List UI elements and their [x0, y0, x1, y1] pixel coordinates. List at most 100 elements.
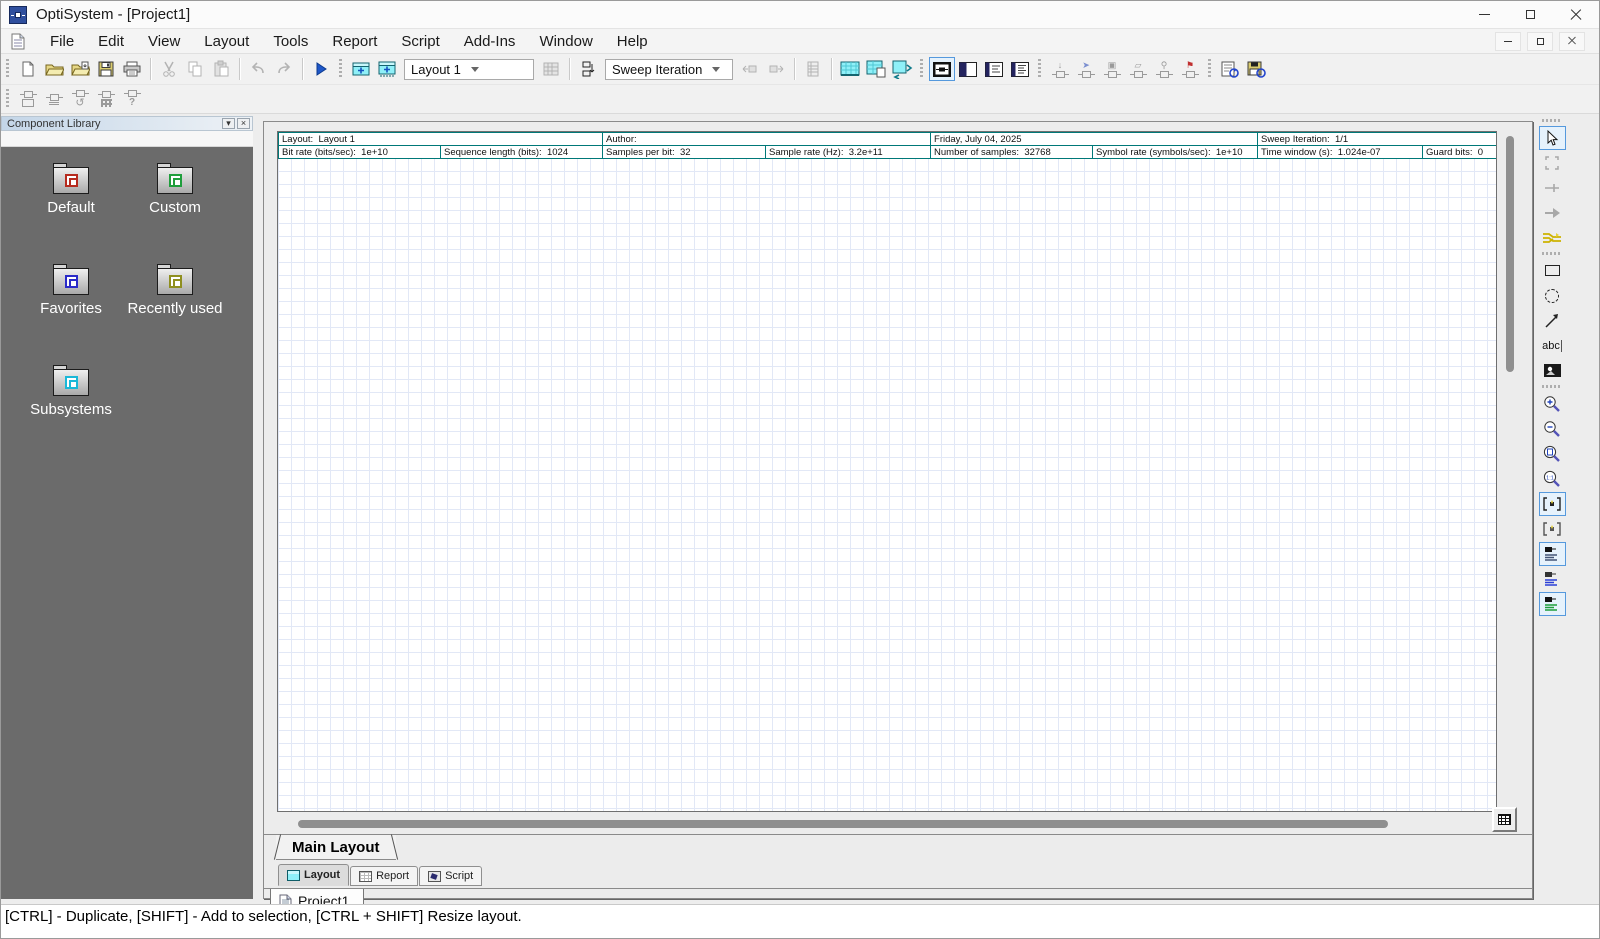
auto-connect-paths-button[interactable]: [1539, 226, 1566, 250]
draw-rectangle-tool[interactable]: [1539, 259, 1566, 283]
print-button[interactable]: [119, 57, 145, 81]
browse-component-button[interactable]: ▱: [1125, 57, 1151, 81]
component-view-mode-button[interactable]: [929, 57, 955, 81]
zoom-in-button[interactable]: [1539, 392, 1566, 416]
split-view-mode-button[interactable]: [955, 57, 981, 81]
layout-canvas[interactable]: Layout: Layout 1 Author: Friday, July 04…: [277, 131, 1497, 812]
library-folder-recently-used[interactable]: Recently used: [123, 262, 227, 318]
next-sweep-button[interactable]: [763, 57, 789, 81]
horizontal-scrollbar-thumb[interactable]: [298, 820, 1388, 828]
key-component-button[interactable]: ⚲: [1151, 57, 1177, 81]
open-project-button[interactable]: [41, 57, 67, 81]
vertical-scrollbar-thumb[interactable]: [1506, 136, 1514, 372]
cut-button[interactable]: [156, 57, 182, 81]
toolbar-drag-handle[interactable]: [1038, 59, 1041, 79]
child-minimize-button[interactable]: [1495, 32, 1521, 51]
select-tool-button[interactable]: [1539, 126, 1566, 150]
details-view-mode-button[interactable]: [1007, 57, 1033, 81]
sweep-mode-button[interactable]: [575, 57, 601, 81]
birds-eye-view-button[interactable]: [1492, 807, 1517, 832]
sweep-selector[interactable]: Sweep Iteration: [605, 59, 733, 80]
draw-ellipse-tool[interactable]: [1539, 284, 1566, 308]
menu-report[interactable]: Report: [320, 31, 389, 52]
toolbar-drag-handle[interactable]: [1208, 59, 1211, 79]
copy-button[interactable]: [182, 57, 208, 81]
tab-report[interactable]: Report: [350, 866, 418, 886]
menu-help[interactable]: Help: [605, 31, 660, 52]
insert-image-tool[interactable]: [1539, 359, 1566, 383]
component-grid-button[interactable]: [93, 87, 119, 111]
new-layout-button[interactable]: [348, 57, 374, 81]
import-project-button[interactable]: [67, 57, 93, 81]
report-view-button[interactable]: [863, 57, 889, 81]
component-refresh-button[interactable]: ↺: [67, 87, 93, 111]
menu-window[interactable]: Window: [527, 31, 604, 52]
flag-component-button[interactable]: ⚑: [1177, 57, 1203, 81]
download-component-button[interactable]: ↓: [1047, 57, 1073, 81]
menu-file[interactable]: File: [38, 31, 86, 52]
restore-button[interactable]: [1507, 1, 1553, 28]
library-folder-default[interactable]: Default: [19, 161, 123, 217]
panel-minimize-button[interactable]: ▾: [222, 118, 235, 129]
previous-sweep-button[interactable]: [737, 57, 763, 81]
new-project-button[interactable]: [15, 57, 41, 81]
horizontal-scrollbar[interactable]: [284, 819, 1484, 829]
menu-script[interactable]: Script: [389, 31, 451, 52]
paste-button[interactable]: [208, 57, 234, 81]
parameter-table-button[interactable]: [800, 57, 826, 81]
component-parameters-button[interactable]: [41, 87, 67, 111]
align-components-button[interactable]: [1539, 542, 1566, 566]
main-layout-tab[interactable]: Main Layout: [276, 835, 396, 860]
distribute-horizontal-button[interactable]: [1539, 567, 1566, 591]
layout-view-button[interactable]: [837, 57, 863, 81]
toolbar-drag-handle[interactable]: [920, 59, 923, 79]
script-view-button[interactable]: [889, 57, 915, 81]
child-restore-button[interactable]: [1527, 32, 1553, 51]
script-save-button[interactable]: [1243, 57, 1269, 81]
distribute-vertical-button[interactable]: [1539, 592, 1566, 616]
panel-close-button[interactable]: ×: [237, 118, 250, 129]
tab-layout[interactable]: Layout: [278, 864, 349, 886]
library-folder-custom[interactable]: Custom: [123, 161, 227, 217]
undo-button[interactable]: [245, 57, 271, 81]
minimize-button[interactable]: [1461, 1, 1507, 28]
library-folder-favorites[interactable]: Favorites: [19, 262, 123, 318]
zoom-to-page-button[interactable]: [1539, 442, 1566, 466]
menu-layout[interactable]: Layout: [192, 31, 261, 52]
toolbar-drag-handle[interactable]: [339, 59, 342, 79]
connect-port-tool-button[interactable]: [1539, 176, 1566, 200]
menu-edit[interactable]: Edit: [86, 31, 136, 52]
toolbar-drag-handle[interactable]: [6, 89, 9, 109]
close-button[interactable]: [1553, 1, 1599, 28]
menu-add-ins[interactable]: Add-Ins: [452, 31, 528, 52]
zoom-out-button[interactable]: [1539, 417, 1566, 441]
script-form-button[interactable]: [1217, 57, 1243, 81]
duplicate-layout-button[interactable]: [374, 57, 400, 81]
component-help-button[interactable]: ?: [119, 87, 145, 111]
document-system-icon[interactable]: [10, 33, 26, 50]
component-label-button[interactable]: [15, 87, 41, 111]
zoom-one-to-one-button[interactable]: 1:1: [1539, 467, 1566, 491]
tab-script[interactable]: Script: [419, 866, 482, 886]
fit-horizontal-button[interactable]: [1539, 492, 1566, 516]
text-tool[interactable]: abc: [1539, 334, 1566, 358]
list-view-mode-button[interactable]: [981, 57, 1007, 81]
redo-button[interactable]: [271, 57, 297, 81]
layout-selector[interactable]: Layout 1: [404, 59, 534, 80]
fit-vertical-button[interactable]: [1539, 517, 1566, 541]
save-project-button[interactable]: [93, 57, 119, 81]
region-select-tool-button[interactable]: [1539, 151, 1566, 175]
layout-properties-button[interactable]: [538, 57, 564, 81]
child-close-button[interactable]: [1559, 32, 1585, 51]
edit-component-button[interactable]: ▣: [1099, 57, 1125, 81]
toolbar-drag-handle[interactable]: [1542, 119, 1562, 122]
menu-view[interactable]: View: [136, 31, 192, 52]
connection-tool-button[interactable]: [1539, 201, 1566, 225]
menu-tools[interactable]: Tools: [261, 31, 320, 52]
toolbar-drag-handle[interactable]: [6, 59, 9, 79]
library-folder-subsystems[interactable]: Subsystems: [19, 363, 123, 419]
calculate-play-button[interactable]: [308, 57, 334, 81]
draw-line-tool[interactable]: [1539, 309, 1566, 333]
printer-icon: [122, 60, 142, 78]
add-component-button[interactable]: ➤: [1073, 57, 1099, 81]
